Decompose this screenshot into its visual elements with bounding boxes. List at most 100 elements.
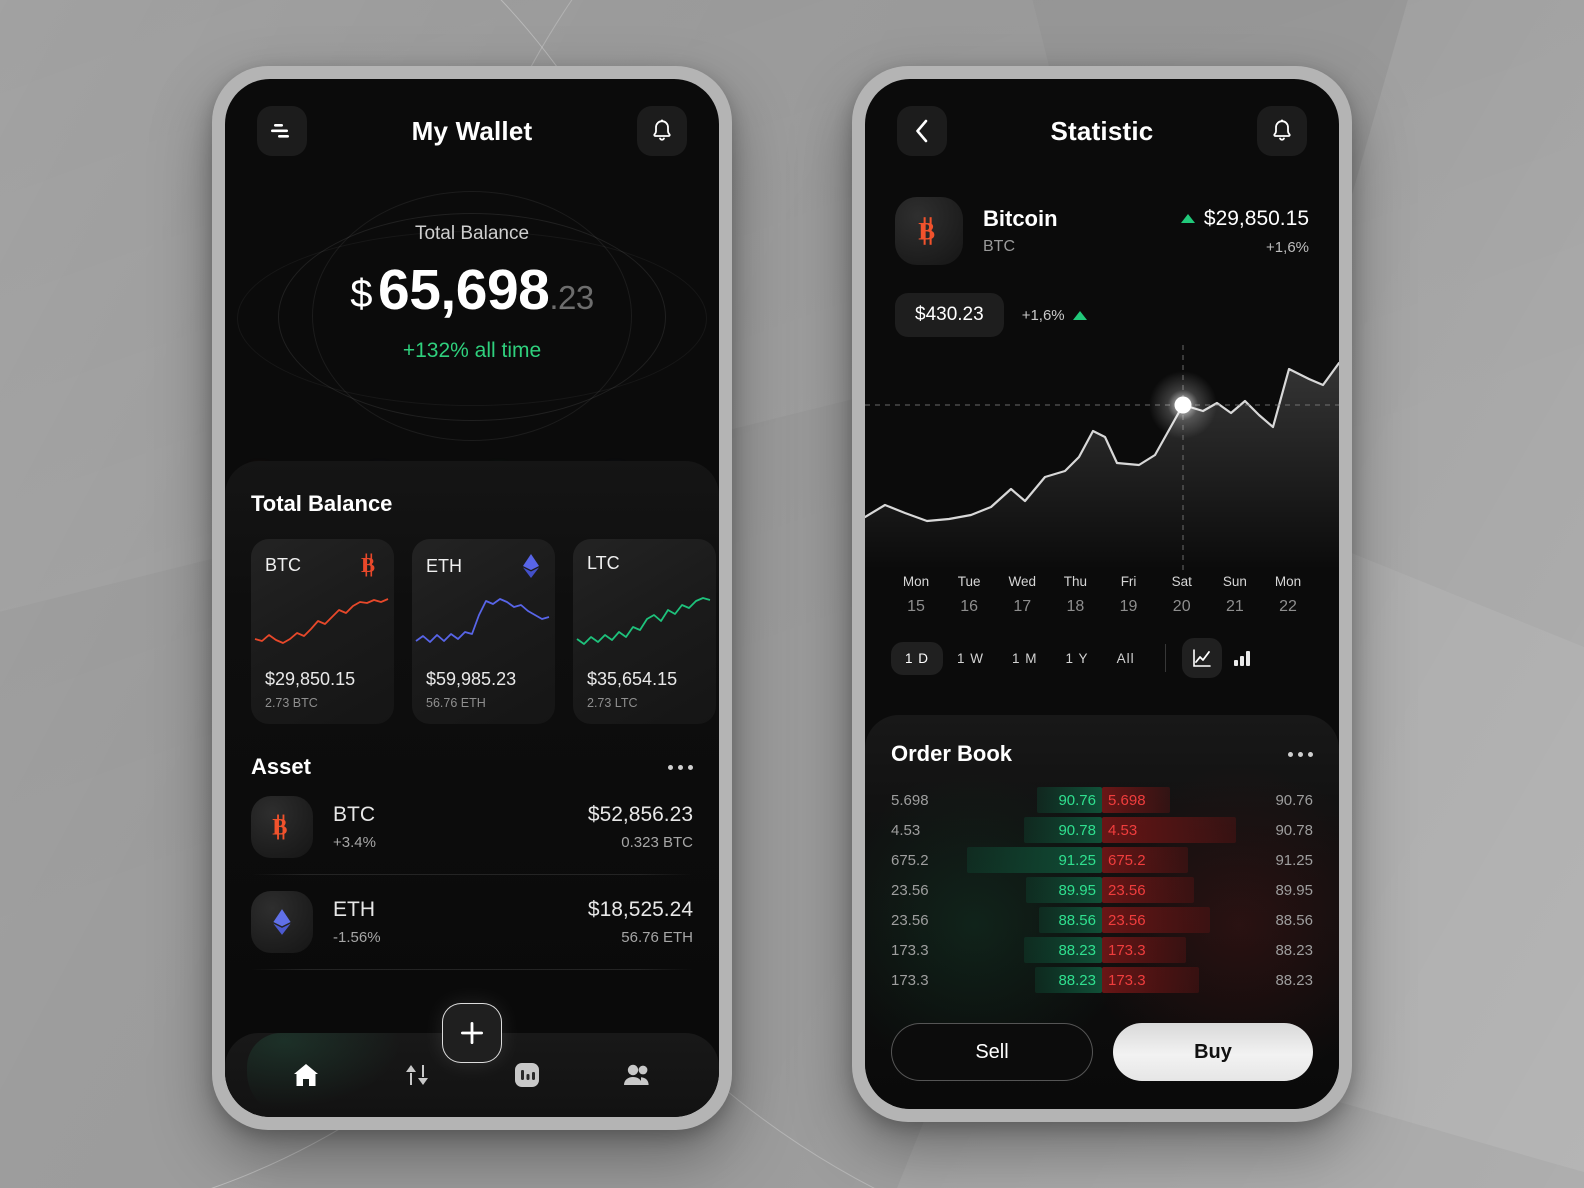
tab-community[interactable] bbox=[611, 1048, 665, 1102]
coin-price: $29,850.15 bbox=[1203, 206, 1309, 230]
x-tick-day: Mon bbox=[902, 574, 930, 589]
asset-value: $18,525.24 bbox=[587, 898, 693, 921]
line-chart-toggle[interactable] bbox=[1181, 638, 1222, 678]
coin-card-btc[interactable]: BTC B $29,850.15 2.73 BTC bbox=[251, 539, 394, 724]
coin-card-symbol: BTC bbox=[265, 554, 301, 575]
tooltip-price: $430.23 bbox=[895, 293, 1004, 337]
asset-row-btc[interactable]: B BTC +3.4% $52,856.23 0.323 BTC bbox=[251, 780, 693, 874]
coin-card-price: $59,985.23 bbox=[426, 669, 517, 689]
ask-price: 90.78 bbox=[1275, 821, 1313, 839]
asset-change: +3.4% bbox=[333, 834, 376, 851]
triangle-up-icon bbox=[1180, 214, 1195, 223]
ask-quantity-bar: 173.3 bbox=[1102, 967, 1200, 993]
bar-chart-icon bbox=[1233, 651, 1250, 666]
asset-change: -1.56% bbox=[333, 929, 381, 946]
ask-price: 88.23 bbox=[1275, 971, 1313, 989]
ask-quantity-bar: 173.3 bbox=[1102, 937, 1186, 963]
order-book-row[interactable]: 5.698 90.76 5.698 90.76 bbox=[891, 785, 1313, 815]
order-book-row[interactable]: 173.3 88.23 173.3 88.23 bbox=[891, 935, 1313, 965]
x-tick-day: Fri bbox=[1120, 574, 1137, 589]
range-1m[interactable]: 1 M bbox=[998, 642, 1052, 675]
order-book-row[interactable]: 675.2 91.25 675.2 91.25 bbox=[891, 845, 1313, 875]
bell-icon bbox=[653, 119, 671, 141]
x-tick-day: Sat bbox=[1171, 574, 1192, 589]
order-book-row[interactable]: 4.53 90.78 4.53 90.78 bbox=[891, 815, 1313, 845]
sell-button[interactable]: Sell bbox=[891, 1023, 1093, 1081]
notifications-button[interactable] bbox=[1256, 106, 1307, 156]
coin-header[interactable]: B Bitcoin BTC $29,850.15 +1,6% bbox=[865, 197, 1339, 265]
bitcoin-icon: B bbox=[361, 553, 375, 577]
order-book-row[interactable]: 23.56 88.56 23.56 88.56 bbox=[891, 905, 1313, 935]
x-tick-date: 22 bbox=[1279, 598, 1297, 615]
ask-price: 90.76 bbox=[1275, 791, 1313, 809]
asset-avatar: B bbox=[251, 796, 313, 858]
ask-price: 89.95 bbox=[1275, 881, 1313, 899]
order-book-row[interactable]: 23.56 89.95 23.56 89.95 bbox=[891, 875, 1313, 905]
bid-price: 91.25 bbox=[967, 847, 1102, 873]
chart-tooltip-row: $430.23 +1,6% bbox=[865, 293, 1339, 337]
plus-icon bbox=[461, 1022, 483, 1044]
ethereum-icon bbox=[273, 909, 291, 935]
page-title: My Wallet bbox=[411, 115, 533, 146]
asset-quantity: 0.323 BTC bbox=[621, 834, 693, 851]
x-tick-date: 21 bbox=[1225, 598, 1244, 615]
x-tick: Fri 19 bbox=[1104, 574, 1154, 616]
hero-label: Total Balance bbox=[414, 223, 530, 244]
order-book-row[interactable]: 173.3 88.23 173.3 88.23 bbox=[891, 965, 1313, 995]
phone-statistic: Statistic B Bitcoin BTC $29,850.15 +1,6%… bbox=[852, 66, 1352, 1122]
coin-card-symbol: LTC bbox=[587, 553, 620, 573]
x-tick-date: 18 bbox=[1066, 598, 1085, 615]
coin-avatar: B bbox=[895, 197, 963, 265]
x-tick: Sat 20 bbox=[1157, 574, 1207, 616]
ask-price: 91.25 bbox=[1275, 851, 1313, 869]
x-tick-day: Mon bbox=[1274, 574, 1302, 589]
range-1y[interactable]: 1 Y bbox=[1052, 642, 1103, 675]
x-tick-date: 16 bbox=[960, 598, 979, 615]
back-button[interactable] bbox=[897, 106, 947, 156]
x-tick-day: Thu bbox=[1063, 574, 1088, 589]
price-chart[interactable] bbox=[865, 345, 1339, 570]
currency-symbol: $ bbox=[350, 272, 373, 316]
tooltip-pct-text: +1,6% bbox=[1021, 306, 1065, 324]
tab-home[interactable] bbox=[279, 1048, 333, 1102]
bar-chart-toggle[interactable] bbox=[1222, 638, 1262, 678]
range-1d[interactable]: 1 D bbox=[891, 641, 944, 675]
bid-quantity: 675.2 bbox=[891, 851, 929, 869]
toolbar-separator bbox=[1164, 644, 1166, 672]
menu-button[interactable] bbox=[257, 106, 307, 156]
bell-icon bbox=[1273, 119, 1291, 141]
swap-arrows-icon bbox=[405, 1065, 428, 1085]
asset-quantity: 56.76 ETH bbox=[621, 929, 693, 946]
tab-stats[interactable] bbox=[500, 1048, 554, 1102]
balance-integer: 65,698 bbox=[378, 258, 550, 322]
bid-price: 88.56 bbox=[1038, 907, 1102, 933]
tab-swap[interactable] bbox=[390, 1048, 444, 1102]
order-book-more-button[interactable] bbox=[1288, 751, 1313, 757]
bid-price: 90.78 bbox=[1023, 817, 1102, 843]
coin-card-amount: 2.73 LTC bbox=[587, 696, 638, 710]
coin-card-ltc[interactable]: LTC $35,654.15 2.73 LTC bbox=[573, 539, 716, 724]
bid-quantity: 173.3 bbox=[891, 971, 929, 989]
ask-quantity-bar: 23.56 bbox=[1102, 907, 1210, 933]
trade-actions: Sell Buy bbox=[891, 1023, 1313, 1081]
sparkline-btc bbox=[254, 598, 389, 644]
asset-section-header: Asset bbox=[251, 754, 693, 780]
coin-cards-carousel[interactable]: BTC B $29,850.15 2.73 BTC ETH $59,985.23… bbox=[251, 539, 716, 724]
range-1w[interactable]: 1 W bbox=[943, 642, 998, 675]
add-button[interactable] bbox=[442, 1003, 502, 1063]
asset-row-eth[interactable]: ETH -1.56% $18,525.24 56.76 ETH bbox=[251, 875, 693, 969]
hero-change: +132% all time bbox=[402, 339, 542, 362]
buy-button[interactable]: Buy bbox=[1113, 1023, 1313, 1081]
notifications-button[interactable] bbox=[637, 106, 687, 156]
bitcoin-icon: B bbox=[918, 217, 935, 245]
asset-section-title: Asset bbox=[251, 754, 311, 779]
tooltip-change: +1,6% bbox=[1022, 307, 1087, 324]
svg-text:B: B bbox=[918, 218, 935, 245]
coin-card-eth[interactable]: ETH $59,985.23 56.76 ETH bbox=[412, 539, 555, 724]
chevron-left-icon bbox=[916, 119, 928, 143]
svg-text:B: B bbox=[361, 553, 375, 577]
asset-more-button[interactable] bbox=[668, 764, 693, 770]
price-chart-svg bbox=[865, 345, 1339, 570]
chart-x-axis: Mon 15 Tue 16 Wed 17 Thu 18 Fri 19 Sat 2… bbox=[865, 574, 1339, 616]
range-all[interactable]: All bbox=[1103, 642, 1149, 675]
